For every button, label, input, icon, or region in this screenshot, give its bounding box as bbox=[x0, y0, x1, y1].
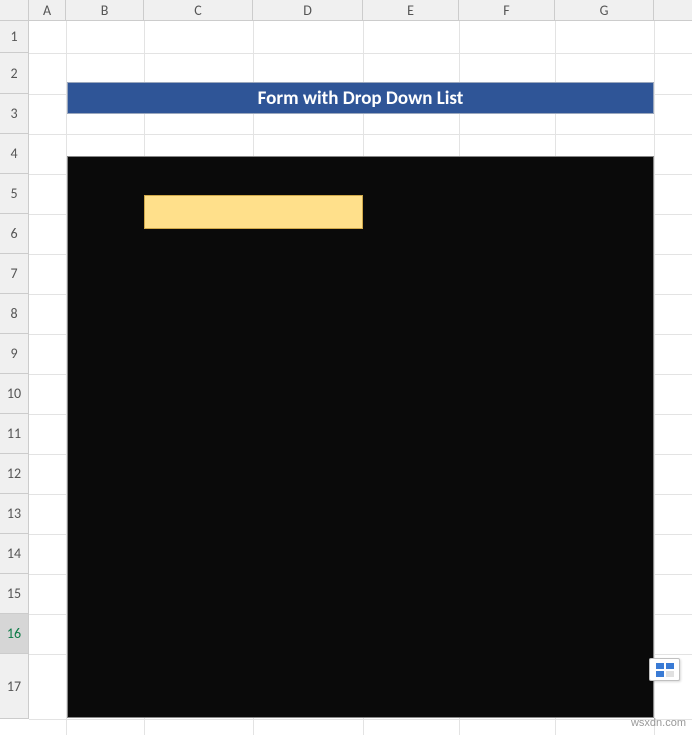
userform-dark-panel[interactable] bbox=[67, 156, 654, 718]
row-header-8[interactable]: 8 bbox=[0, 294, 29, 334]
gridline-h bbox=[29, 53, 692, 54]
col-header-B[interactable]: B bbox=[66, 0, 144, 21]
row-header-2[interactable]: 2 bbox=[0, 53, 29, 94]
col-header-G[interactable]: G bbox=[555, 0, 654, 21]
col-header-D[interactable]: D bbox=[253, 0, 363, 21]
col-header-F[interactable]: F bbox=[459, 0, 555, 21]
row-header-7[interactable]: 7 bbox=[0, 254, 29, 294]
row-header-12[interactable]: 12 bbox=[0, 454, 29, 494]
col-header-E[interactable]: E bbox=[363, 0, 459, 21]
row-header-9[interactable]: 9 bbox=[0, 334, 29, 374]
row-header-14[interactable]: 14 bbox=[0, 534, 29, 574]
quick-analysis-icon bbox=[656, 663, 674, 677]
row-header-11[interactable]: 11 bbox=[0, 414, 29, 454]
page-title: Form with Drop Down List bbox=[67, 82, 654, 114]
gridline-h bbox=[29, 719, 692, 720]
gridline-v bbox=[654, 21, 655, 735]
row-header-5[interactable]: 5 bbox=[0, 174, 29, 214]
form-dropdown-placeholder[interactable] bbox=[144, 195, 363, 229]
quick-analysis-button[interactable] bbox=[649, 658, 680, 681]
col-header-C[interactable]: C bbox=[144, 0, 253, 21]
gridline-h bbox=[29, 134, 692, 135]
watermark-text: wsxdn.com bbox=[631, 717, 686, 729]
row-header-15[interactable]: 15 bbox=[0, 574, 29, 614]
spreadsheet-grid[interactable]: A B C D E F G 1 2 3 4 5 6 7 8 9 10 11 12… bbox=[0, 0, 692, 735]
col-header-A[interactable]: A bbox=[29, 0, 66, 21]
row-header-16[interactable]: 16 bbox=[0, 614, 29, 654]
row-header-17[interactable]: 17 bbox=[0, 654, 29, 719]
row-header-3[interactable]: 3 bbox=[0, 94, 29, 134]
row-header-6[interactable]: 6 bbox=[0, 214, 29, 254]
select-all-corner[interactable] bbox=[0, 0, 29, 21]
row-header-10[interactable]: 10 bbox=[0, 374, 29, 414]
row-header-13[interactable]: 13 bbox=[0, 494, 29, 534]
row-header-1[interactable]: 1 bbox=[0, 21, 29, 53]
row-header-4[interactable]: 4 bbox=[0, 134, 29, 174]
